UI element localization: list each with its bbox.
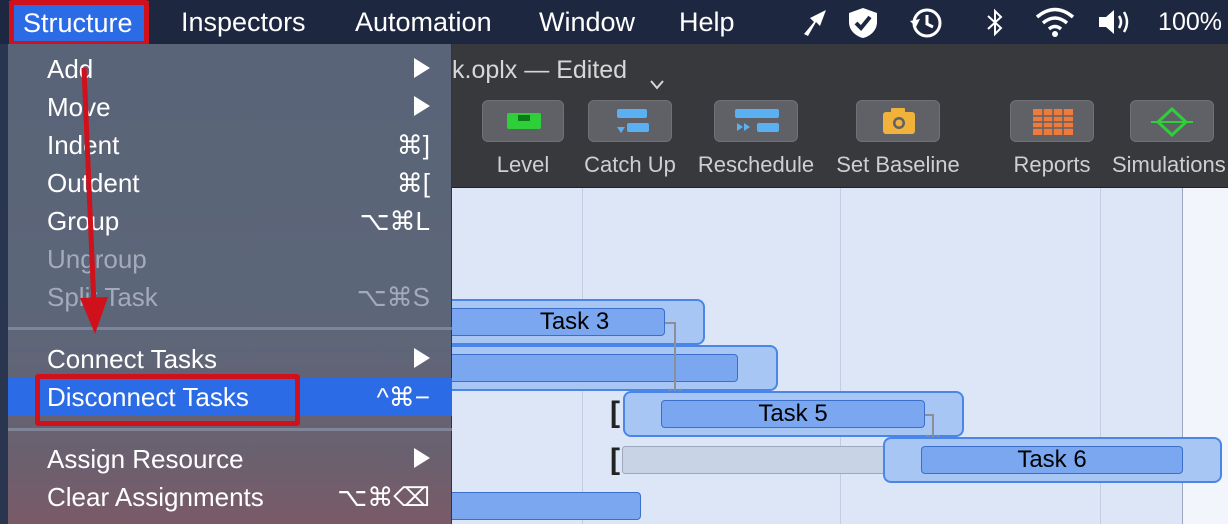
task-4-bar[interactable] [420, 354, 738, 382]
background-window-strip [0, 44, 8, 524]
task-7-bar[interactable] [420, 492, 641, 520]
menu-window[interactable]: Window [539, 0, 635, 44]
bracket-marker: [ [610, 396, 620, 429]
dependency-line [674, 322, 676, 392]
submenu-arrow-icon [414, 96, 430, 116]
menu-item-shortcut: ⌘[ [396, 168, 430, 198]
toolbar: Level Catch Up Reschedule Set Baseline R… [452, 94, 1228, 188]
bluetooth-icon[interactable] [984, 6, 1006, 38]
set-baseline-label: Set Baseline [836, 152, 960, 177]
menu-automation[interactable]: Automation [355, 0, 492, 44]
simulations-icon [1151, 106, 1193, 138]
reports-button[interactable] [1010, 100, 1094, 142]
time-machine-icon[interactable] [908, 6, 944, 38]
level-button[interactable] [482, 100, 564, 142]
menu-item-connect-tasks[interactable]: Connect Tasks [8, 340, 452, 378]
menu-item-shortcut: ⌥⌘⌫ [337, 482, 430, 512]
reports-icon [1033, 109, 1073, 135]
simulations-button[interactable] [1130, 100, 1214, 142]
catch-up-icon [617, 109, 649, 133]
task-5-bar[interactable]: Task 5 [661, 400, 925, 428]
menu-item-label: Connect Tasks [47, 344, 218, 374]
reschedule-icon [735, 109, 779, 132]
menu-separator [8, 428, 452, 431]
menu-item-label: Clear Assignments [47, 482, 264, 512]
menu-item-shortcut: ⌥⌘L [359, 206, 430, 236]
task-6-bar[interactable]: Task 6 [921, 446, 1183, 474]
catch-up-button[interactable] [588, 100, 672, 142]
menu-item-assign-resource[interactable]: Assign Resource [8, 440, 452, 478]
menu-item-clear-assignments[interactable]: Clear Assignments ⌥⌘⌫ [8, 478, 452, 516]
menu-bar: Structure Inspectors Automation Window H… [0, 0, 1228, 45]
task-3-label: Task 3 [539, 308, 610, 335]
wifi-icon[interactable] [1034, 6, 1076, 38]
menu-item-label: Disconnect Tasks [47, 382, 249, 412]
bracket-marker: [ [610, 443, 620, 476]
menu-help[interactable]: Help [679, 0, 735, 44]
volume-icon[interactable] [1096, 6, 1132, 38]
annotation-arrow-icon [80, 67, 108, 334]
task-6-slack-bar [622, 446, 922, 474]
task-6-label: Task 6 [1017, 446, 1087, 473]
simulations-label: Simulations [1112, 152, 1226, 177]
catch-up-label: Catch Up [584, 152, 676, 177]
window-title[interactable]: k.oplx — Edited [452, 46, 627, 94]
submenu-arrow-icon [414, 448, 430, 468]
window-titlebar: k.oplx — Edited [452, 44, 1228, 94]
level-label: Level [496, 152, 550, 177]
menu-inspectors[interactable]: Inspectors [181, 0, 306, 44]
battery-percentage: 100% [1158, 8, 1222, 36]
submenu-arrow-icon [414, 58, 430, 78]
menu-item-shortcut: ⌥⌘S [356, 282, 430, 312]
task-5-label: Task 5 [758, 400, 828, 427]
menu-item-disconnect-tasks[interactable]: Disconnect Tasks ^⌘− [8, 378, 452, 416]
shield-check-icon[interactable] [846, 6, 880, 38]
reports-label: Reports [1013, 152, 1091, 177]
arrow-tool-icon[interactable] [800, 6, 834, 38]
reschedule-button[interactable] [714, 100, 798, 142]
level-icon [507, 113, 541, 129]
set-baseline-button[interactable] [856, 100, 940, 142]
task-3-bar[interactable]: Task 3 [420, 308, 665, 336]
camera-icon [883, 108, 915, 134]
menu-item-shortcut: ⌘] [396, 130, 430, 160]
menu-item-shortcut: ^⌘− [376, 382, 430, 412]
menu-structure[interactable]: Structure [9, 1, 149, 45]
submenu-arrow-icon [414, 348, 430, 368]
reschedule-label: Reschedule [697, 152, 815, 177]
menu-item-label: Assign Resource [47, 444, 244, 474]
